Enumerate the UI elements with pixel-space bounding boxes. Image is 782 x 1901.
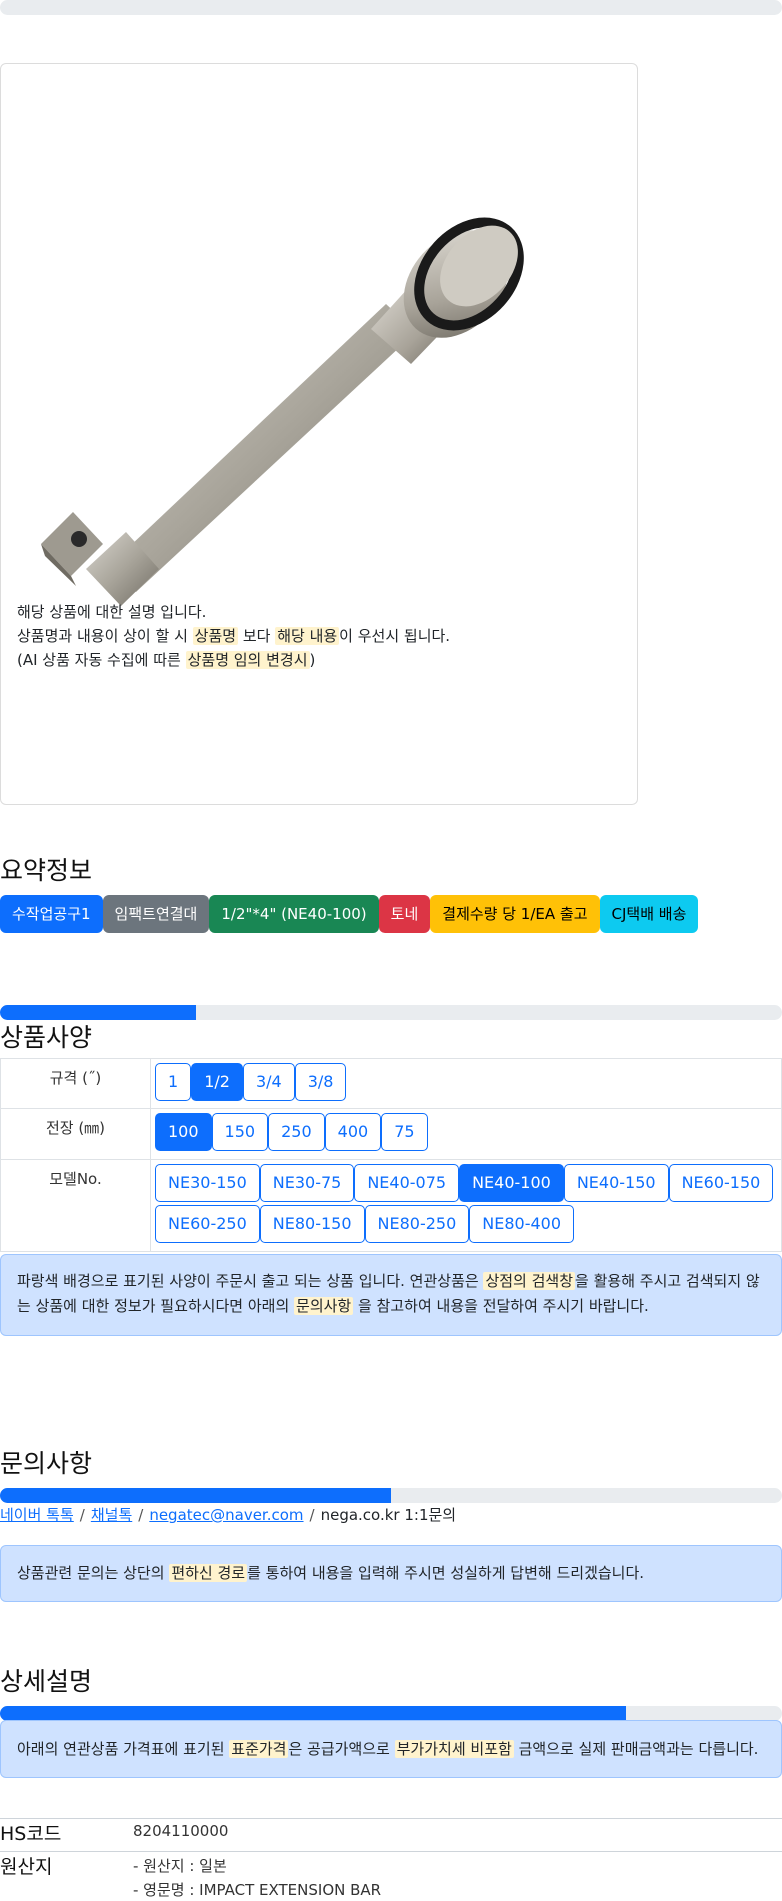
spec-option-button[interactable]: NE80-400 bbox=[469, 1205, 574, 1243]
spec-option-button[interactable]: NE80-150 bbox=[259, 1205, 365, 1243]
inquiry-notice-pre: 상품관련 문의는 상단의 bbox=[17, 1564, 170, 1582]
spec-title: 상품사양 bbox=[0, 1023, 93, 1052]
summary-badges: 수작업공구1 임팩트연결대 1/2"*4" (NE40-100) 토네 결제수량 당 1… bbox=[0, 895, 699, 933]
origin-line-1: - 원산지 : 일본 bbox=[133, 1857, 227, 1875]
summary-badge: 토네 bbox=[378, 895, 431, 933]
spec-option-button[interactable]: NE80-250 bbox=[364, 1205, 470, 1243]
spec-row-length: 전장 (㎜) 100 150 250 400 75 bbox=[0, 1108, 782, 1160]
summary-badge: CJ택배 배송 bbox=[599, 895, 699, 933]
summary-title: 요약정보 bbox=[0, 856, 93, 885]
intro-line-3-pre: (AI 상품 자동 수집에 따른 bbox=[17, 651, 186, 669]
intro-line-2-pre: 상품명과 내용이 상이 할 시 bbox=[17, 627, 193, 645]
spec-option-button[interactable]: NE30-150 bbox=[155, 1164, 260, 1202]
spec-notice-mid: 을 활용해 주시고 검색되지 않 bbox=[575, 1272, 760, 1290]
spec-option-button[interactable]: 1/2 bbox=[191, 1063, 243, 1101]
summary-badge: 임팩트연결대 bbox=[102, 895, 210, 933]
spec-option-button[interactable]: 3/8 bbox=[294, 1063, 347, 1101]
spec-option-button[interactable]: NE30-75 bbox=[259, 1164, 355, 1202]
spec-option-button[interactable]: NE60-250 bbox=[155, 1205, 260, 1243]
spec-option-button[interactable]: 75 bbox=[381, 1113, 428, 1151]
spec-label-size: 규격 (˝) bbox=[0, 1058, 151, 1109]
summary-badge: 결제수량 당 1/EA 출고 bbox=[430, 895, 600, 933]
spec-label-model: 모델No. bbox=[0, 1159, 151, 1252]
intro-line-2-mid: 보다 bbox=[238, 627, 276, 645]
inquiry-notice-post: 를 통하여 내용을 입력해 주시면 성실하게 답변해 드리겠습니다. bbox=[247, 1564, 645, 1582]
separator: / bbox=[79, 1506, 85, 1524]
origin-label: 원산지 bbox=[0, 1856, 53, 1878]
spec-notice-post: 을 참고하여 내용을 전달하여 주시기 바랍니다. bbox=[353, 1297, 649, 1315]
summary-badge: 수작업공구1 bbox=[0, 895, 103, 933]
inquiry-notice-highlight: 편하신 경로 bbox=[169, 1564, 248, 1582]
channel-talk-link[interactable]: 채널톡 bbox=[91, 1506, 132, 1524]
divider bbox=[0, 1818, 782, 1819]
spec-row-model: 모델No. NE30-150 NE30-75 NE40-075 NE40-100 NE4… bbox=[0, 1159, 782, 1252]
spec-options-model: NE30-150 NE30-75 NE40-075 NE40-100 NE40-150 N… bbox=[150, 1159, 782, 1252]
spec-row-size: 규격 (˝) 1 1/2 3/4 3/8 bbox=[0, 1058, 782, 1109]
top-progress-track bbox=[0, 0, 782, 15]
hs-code-label: HS코드 bbox=[0, 1823, 62, 1845]
spec-option-button[interactable]: NE40-150 bbox=[563, 1164, 669, 1202]
contact-links: 네이버 톡톡 / 채널톡 / negatec@naver.com / nega.co.kr … bbox=[0, 1504, 456, 1525]
spec-options-length: 100 150 250 400 75 bbox=[150, 1108, 782, 1160]
detail-notice-highlight-vat: 부가가치세 비포함 bbox=[394, 1740, 514, 1758]
inquiry-progress-fill bbox=[0, 1488, 391, 1503]
spec-option-button[interactable]: 3/4 bbox=[242, 1063, 295, 1101]
intro-line-3-post: ) bbox=[309, 651, 316, 669]
separator: / bbox=[309, 1506, 315, 1524]
product-image-card: 해당 상품에 대한 설명 입니다. 상품명과 내용이 상이 할 시 상품명 보다… bbox=[0, 63, 638, 805]
inquiry-notice: 상품관련 문의는 상단의 편하신 경로 를 통하여 내용을 입력해 주시면 성실하… bbox=[0, 1545, 782, 1602]
spec-table: 규격 (˝) 1 1/2 3/4 3/8 전장 (㎜) 100 150 250 400 75 … bbox=[0, 1058, 782, 1252]
spec-options-size: 1 1/2 3/4 3/8 bbox=[150, 1058, 782, 1109]
detail-title: 상세설명 bbox=[0, 1667, 93, 1696]
site-inquiry-text: nega.co.kr 1:1문의 bbox=[320, 1506, 457, 1524]
spec-option-button[interactable]: 1 bbox=[155, 1063, 192, 1101]
spec-progress-track bbox=[0, 1005, 782, 1020]
spec-option-button[interactable]: NE40-075 bbox=[354, 1164, 460, 1202]
spec-option-button[interactable]: 400 bbox=[324, 1113, 382, 1151]
intro-highlight-product-name: 상품명 bbox=[192, 627, 239, 645]
spec-notice-pre: 파랑색 배경으로 표기된 사양이 주문시 출고 되는 상품 입니다. 연관상품은 bbox=[17, 1272, 484, 1290]
summary-badge: 1/2"*4" (NE40-100) bbox=[209, 895, 379, 933]
detail-notice-mid: 은 공급가액으로 bbox=[288, 1740, 395, 1758]
inquiry-progress-track bbox=[0, 1488, 782, 1503]
hs-code-value: 8204110000 bbox=[133, 1822, 229, 1840]
spec-notice: 파랑색 배경으로 표기된 사양이 주문시 출고 되는 상품 입니다. 연관상품은… bbox=[0, 1254, 782, 1336]
spec-notice-highlight-search: 상점의 검색창 bbox=[483, 1272, 576, 1290]
detail-notice-post: 금액으로 실제 판매금액과는 다릅니다. bbox=[513, 1740, 759, 1758]
intro-line-1: 해당 상품에 대한 설명 입니다. bbox=[17, 603, 207, 621]
spec-notice-line2-pre: 는 상품에 대한 정보가 필요하시다면 아래의 bbox=[17, 1297, 295, 1315]
origin-line-2: - 영문명 : IMPACT EXTENSION BAR bbox=[133, 1881, 382, 1899]
intro-highlight-rename: 상품명 임의 변경시 bbox=[185, 651, 310, 669]
email-link[interactable]: negatec@naver.com bbox=[149, 1506, 303, 1524]
spec-notice-highlight-inquiry: 문의사항 bbox=[294, 1297, 354, 1315]
spec-option-button[interactable]: 150 bbox=[211, 1113, 269, 1151]
detail-progress-fill bbox=[0, 1706, 626, 1721]
spec-option-button[interactable]: NE40-100 bbox=[459, 1164, 564, 1202]
detail-progress-track bbox=[0, 1706, 782, 1721]
product-image bbox=[41, 217, 524, 606]
intro-line-3: (AI 상품 자동 수집에 따른 상품명 임의 변경시) bbox=[17, 651, 315, 669]
separator: / bbox=[138, 1506, 144, 1524]
intro-highlight-content: 해당 내용 bbox=[275, 627, 340, 645]
spec-label-length: 전장 (㎜) bbox=[0, 1108, 151, 1160]
naver-talktalk-link[interactable]: 네이버 톡톡 bbox=[0, 1506, 74, 1524]
intro-line-2-post: 이 우선시 됩니다. bbox=[339, 627, 451, 645]
detail-notice-pre: 아래의 연관상품 가격표에 표기된 bbox=[17, 1740, 230, 1758]
spec-option-button[interactable]: 250 bbox=[268, 1113, 325, 1151]
divider bbox=[0, 1851, 782, 1852]
spec-option-button[interactable]: NE60-150 bbox=[668, 1164, 774, 1202]
detail-notice-highlight-price: 표준가격 bbox=[229, 1740, 289, 1758]
detail-notice: 아래의 연관상품 가격표에 표기된 표준가격 은 공급가액으로 부가가치세 비포함… bbox=[0, 1720, 782, 1778]
spec-option-button[interactable]: 100 bbox=[155, 1113, 212, 1151]
inquiry-title: 문의사항 bbox=[0, 1449, 93, 1478]
intro-line-2: 상품명과 내용이 상이 할 시 상품명 보다 해당 내용 이 우선시 됩니다. bbox=[17, 627, 450, 645]
